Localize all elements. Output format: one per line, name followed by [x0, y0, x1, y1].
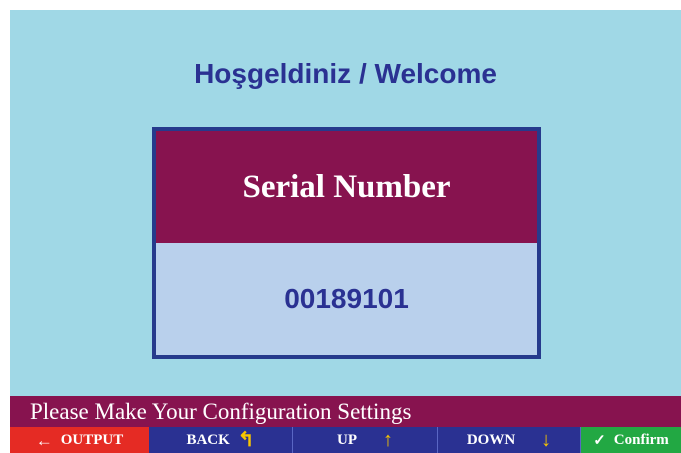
back-button[interactable]: BACK ↰	[149, 427, 293, 453]
output-button-label: OUTPUT	[60, 431, 124, 448]
down-button-label: DOWN	[466, 431, 516, 448]
up-button-label: UP	[337, 431, 357, 448]
up-arrow-icon: ↑	[383, 429, 393, 451]
serial-number-panel: Serial Number 00189101	[152, 127, 541, 359]
welcome-title: Hoşgeldiniz / Welcome	[194, 58, 497, 89]
left-arrow-icon: ←	[35, 430, 53, 450]
back-button-label: BACK	[186, 431, 230, 448]
serial-number-value: 00189101	[284, 283, 409, 314]
serial-number-label: Serial Number	[156, 131, 537, 243]
up-button[interactable]: UP ↑	[293, 427, 438, 453]
output-button[interactable]: ← OUTPUT	[10, 427, 149, 453]
main-screen: Hoşgeldiniz / Welcome Serial Number 0018…	[10, 10, 681, 453]
confirm-button-label: Confirm	[613, 431, 669, 448]
check-icon: ✓	[593, 432, 606, 449]
return-arrow-icon: ↰	[237, 429, 255, 451]
down-arrow-icon: ↓	[541, 429, 552, 451]
softkey-bar: ← OUTPUT BACK ↰ UP ↑ DOWN ↓ ✓ Confirm	[10, 427, 681, 453]
down-button[interactable]: DOWN ↓	[438, 427, 581, 453]
status-message: Please Make Your Configuration Settings	[10, 396, 681, 427]
confirm-button[interactable]: ✓ Confirm	[581, 427, 681, 453]
